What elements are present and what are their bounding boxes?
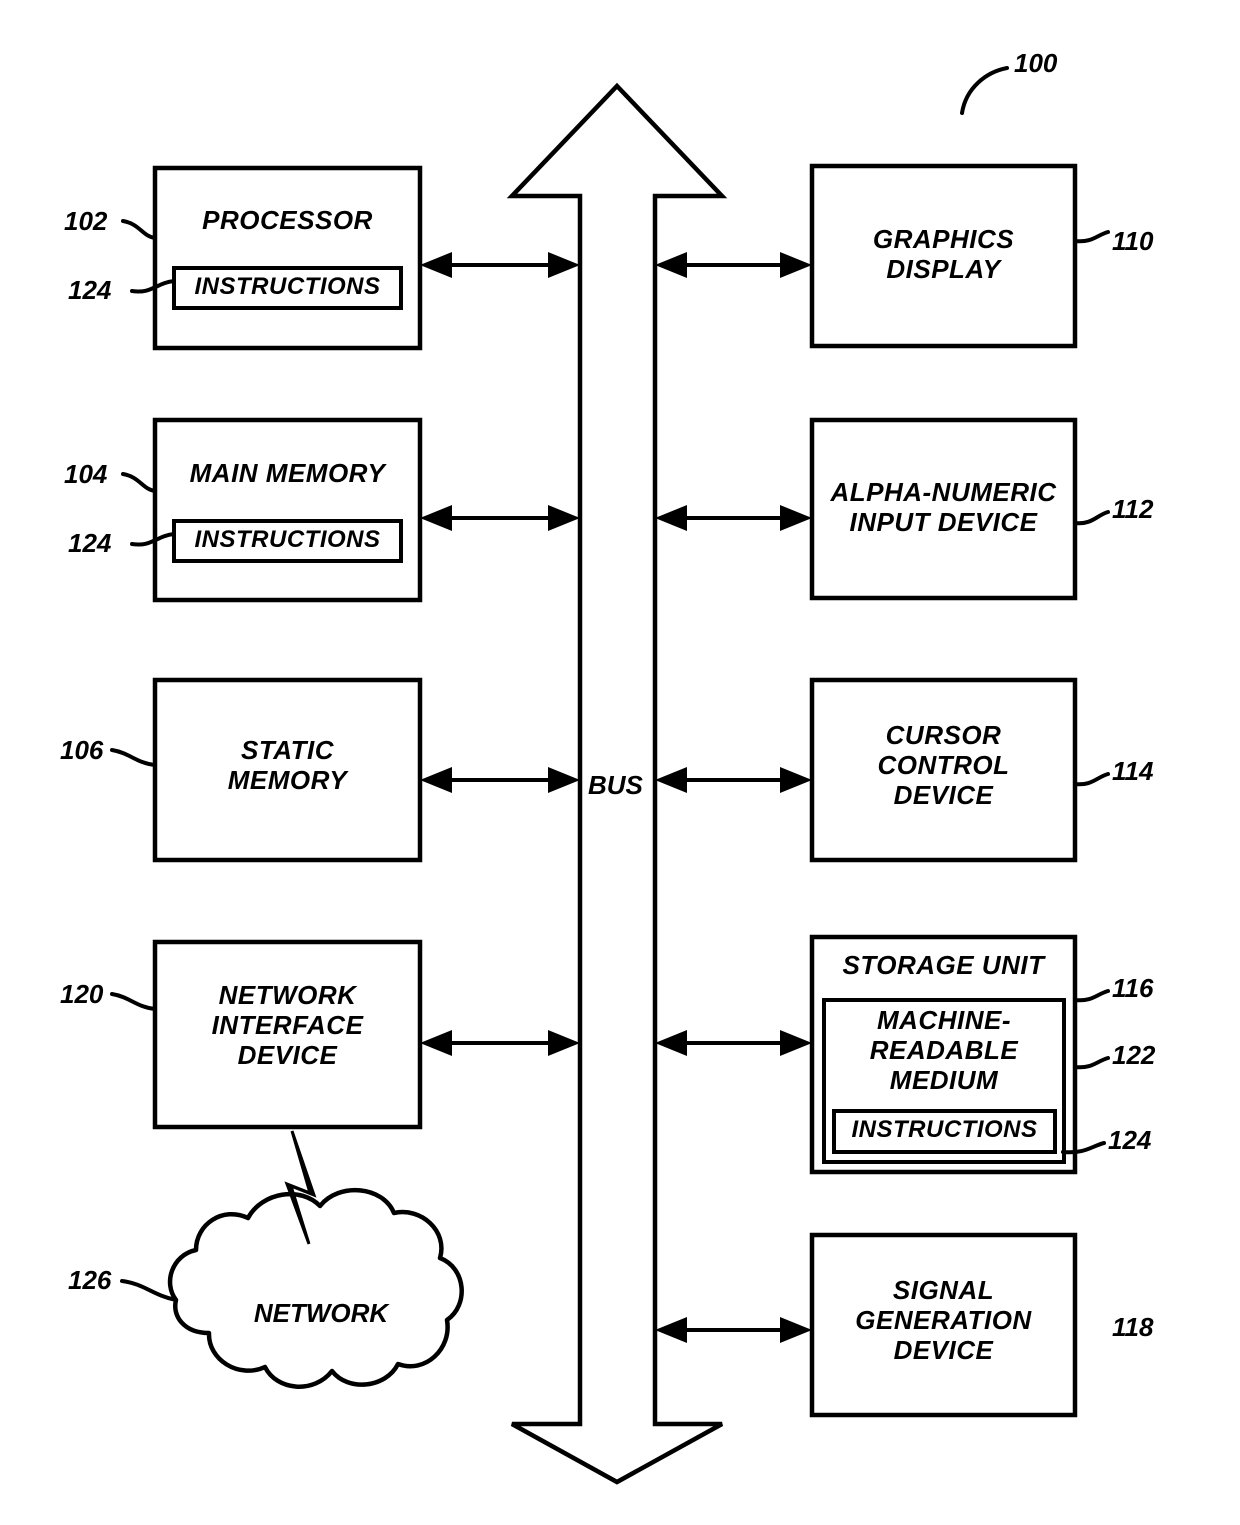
ref-118: 118 <box>1112 1312 1154 1342</box>
figure-canvas: 100 BUS 102 PROCESSOR 124 INSTRUCTIONS 1… <box>0 0 1240 1525</box>
leader-102 <box>121 219 157 240</box>
leader-110 <box>1073 230 1110 244</box>
alphanumeric-input-title: ALPHA-NUMERIC INPUT DEVICE <box>830 477 1057 538</box>
network-cloud <box>167 1187 464 1389</box>
leader-116 <box>1073 989 1110 1003</box>
bus-label: BUS <box>588 770 643 800</box>
leader-104 <box>121 472 157 493</box>
ref-126: 126 <box>68 1265 112 1295</box>
ref-102: 102 <box>64 206 108 236</box>
leader-114 <box>1073 772 1110 787</box>
ref-124-processor: 124 <box>68 275 112 305</box>
ref-124-main-memory: 124 <box>68 528 112 558</box>
ref-124-storage: 124 <box>1108 1125 1152 1155</box>
leader-120 <box>110 992 157 1011</box>
leader-106 <box>110 748 157 767</box>
ref-114: 114 <box>1112 756 1154 786</box>
main-memory-instructions-label: INSTRUCTIONS <box>194 526 381 553</box>
leader-122 <box>1073 1056 1110 1070</box>
network-interface-title: NETWORK INTERFACE DEVICE <box>211 980 364 1071</box>
static-memory-title: STATIC MEMORY <box>227 735 348 796</box>
ref-112: 112 <box>1112 494 1154 524</box>
signal-generation-title: SIGNAL GENERATION DEVICE <box>855 1275 1032 1366</box>
processor-instructions-label: INSTRUCTIONS <box>194 273 381 300</box>
leader-112 <box>1073 510 1110 526</box>
figure-ref-number: 100 <box>1014 48 1058 78</box>
leader-100 <box>960 66 1009 115</box>
ref-110: 110 <box>1112 226 1154 256</box>
main-memory-title: MAIN MEMORY <box>189 458 386 488</box>
machine-readable-medium-label: MACHINE- READABLE MEDIUM <box>869 1005 1019 1096</box>
ref-116: 116 <box>1112 973 1154 1003</box>
graphics-display-title: GRAPHICS DISPLAY <box>872 224 1015 285</box>
ref-120: 120 <box>60 979 104 1009</box>
ref-122: 122 <box>1112 1040 1156 1070</box>
cursor-control-title: CURSOR CONTROL DEVICE <box>877 720 1010 811</box>
processor-title: PROCESSOR <box>202 205 373 235</box>
ref-106: 106 <box>60 735 104 765</box>
ref-104: 104 <box>64 459 108 489</box>
network-label: NETWORK <box>253 1298 389 1328</box>
storage-unit-title: STORAGE UNIT <box>842 950 1045 980</box>
storage-instructions-label: INSTRUCTIONS <box>851 1116 1038 1143</box>
processor-box <box>152 165 423 351</box>
main-memory-box <box>152 417 423 603</box>
